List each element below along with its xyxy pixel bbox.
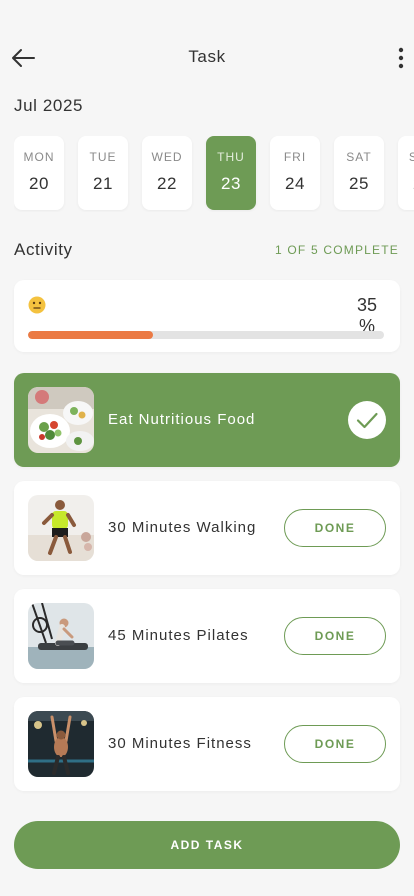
task-label: 30 Minutes Fitness <box>108 735 252 752</box>
fitness-image <box>28 711 94 777</box>
header-bar: Task <box>0 36 414 80</box>
task-card-fitness[interactable]: 30 Minutes Fitness DONE <box>14 697 400 791</box>
day-name: THU <box>217 150 245 164</box>
month-label: Jul 2025 <box>14 96 84 115</box>
done-button[interactable]: DONE <box>284 617 386 655</box>
page-title: Task <box>188 47 226 66</box>
salad-image <box>28 387 94 453</box>
day-name: SUN <box>408 150 414 164</box>
walking-image <box>28 495 94 561</box>
pilates-image <box>28 603 94 669</box>
done-button[interactable]: DONE <box>284 725 386 763</box>
progress-bar-fill <box>28 331 153 339</box>
day-name: MON <box>23 150 55 164</box>
day-name: FRI <box>283 150 307 164</box>
week-strip: MON 20 TUE 21 WED 22 THU 23 FRI 24 SAT 2… <box>14 136 414 212</box>
completed-check-button[interactable] <box>348 401 386 439</box>
day-card-wed[interactable]: WED 22 <box>142 136 192 210</box>
day-number: 21 <box>93 174 113 193</box>
task-label: 45 Minutes Pilates <box>108 627 249 644</box>
day-card-mon[interactable]: MON 20 <box>14 136 64 210</box>
day-card-sat[interactable]: SAT 25 <box>334 136 384 210</box>
day-number: 20 <box>29 174 49 193</box>
more-vertical-icon <box>398 47 404 69</box>
more-options-button[interactable] <box>394 44 408 72</box>
day-number: 23 <box>221 174 241 193</box>
day-number: 22 <box>157 174 177 193</box>
day-name: SAT <box>346 150 372 164</box>
activity-title: Activity <box>14 240 73 259</box>
add-task-button[interactable]: ADD TASK <box>14 821 400 869</box>
day-number: 25 <box>349 174 369 193</box>
progress-card: 35% <box>14 280 400 352</box>
done-button[interactable]: DONE <box>284 509 386 547</box>
day-card-tue[interactable]: TUE 21 <box>78 136 128 210</box>
completion-count: 1 OF 5 COMPLETE <box>274 243 399 257</box>
progress-bar <box>28 331 384 339</box>
task-card-walking[interactable]: 30 Minutes Walking DONE <box>14 481 400 575</box>
task-label: 30 Minutes Walking <box>108 519 257 536</box>
day-number: 24 <box>285 174 305 193</box>
checkmark-icon <box>356 412 378 429</box>
task-card-nutritious-food[interactable]: Eat Nutritious Food <box>14 373 400 467</box>
day-card-thu-selected[interactable]: THU 23 <box>206 136 256 210</box>
task-card-pilates[interactable]: 45 Minutes Pilates DONE <box>14 589 400 683</box>
neutral-face-icon <box>28 296 46 314</box>
day-card-fri[interactable]: FRI 24 <box>270 136 320 210</box>
day-number: 26 <box>398 174 414 194</box>
day-card-sun[interactable]: SUN 26 <box>398 136 414 210</box>
day-name: WED <box>151 150 183 164</box>
task-label: Eat Nutritious Food <box>108 411 256 428</box>
day-name: TUE <box>89 150 117 164</box>
